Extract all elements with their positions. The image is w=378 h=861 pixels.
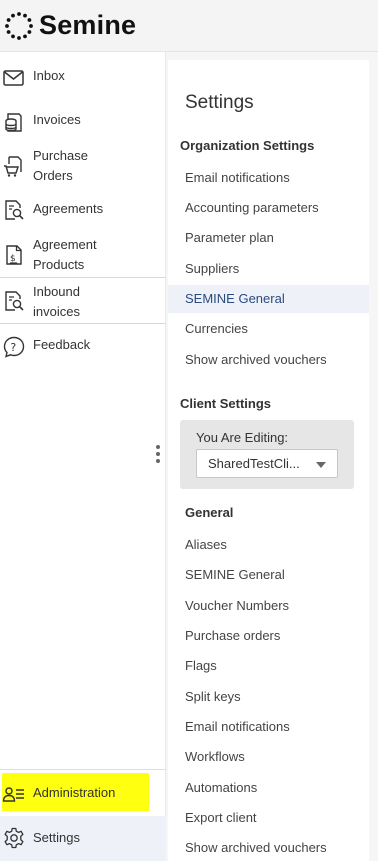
svg-text:?: ? bbox=[10, 341, 16, 354]
gear-icon bbox=[4, 827, 24, 849]
client-link-flags[interactable]: Flags bbox=[185, 657, 217, 675]
editing-label: You Are Editing: bbox=[196, 430, 289, 445]
sidebar-item-purchase-orders[interactable]: Purchase Orders bbox=[0, 146, 166, 188]
org-link-show-archived-vouchers[interactable]: Show archived vouchers bbox=[185, 351, 327, 369]
general-heading: General bbox=[185, 505, 234, 520]
sidebar-item-label: invoices bbox=[33, 304, 80, 319]
more-options-icon[interactable] bbox=[155, 445, 161, 467]
brand-name: Semine bbox=[39, 10, 137, 40]
client-link-aliases[interactable]: Aliases bbox=[185, 536, 227, 554]
chevron-down-icon bbox=[316, 462, 326, 468]
client-link-workflows[interactable]: Workflows bbox=[185, 748, 245, 766]
sidebar: Inbox Invoices Purchase Orders Agreement bbox=[0, 52, 166, 861]
sidebar-item-inbox[interactable]: Inbox bbox=[0, 64, 166, 96]
sidebar-item-label: Inbound bbox=[33, 284, 80, 299]
client-link-voucher-numbers[interactable]: Voucher Numbers bbox=[185, 597, 289, 615]
envelope-icon bbox=[3, 70, 24, 86]
client-settings-heading: Client Settings bbox=[180, 396, 272, 411]
sidebar-item-settings[interactable]: Settings bbox=[0, 825, 166, 853]
client-link-export-client[interactable]: Export client bbox=[185, 809, 257, 827]
sidebar-item-agreements[interactable]: Agreements bbox=[0, 198, 166, 230]
document-search-icon bbox=[5, 200, 24, 220]
client-link-email-notifications[interactable]: Email notifications bbox=[185, 718, 290, 736]
sidebar-item-label: Purchase bbox=[33, 148, 88, 163]
organization-settings-heading: Organization Settings bbox=[180, 138, 315, 153]
client-link-purchase-orders[interactable]: Purchase orders bbox=[185, 627, 280, 645]
sidebar-item-label: Orders bbox=[33, 168, 73, 183]
client-link-semine-general[interactable]: SEMINE General bbox=[185, 566, 285, 584]
client-link-split-keys[interactable]: Split keys bbox=[185, 688, 241, 706]
page-title: Settings bbox=[185, 92, 254, 113]
sidebar-item-invoices[interactable]: Invoices bbox=[0, 108, 166, 140]
org-link-parameter-plan[interactable]: Parameter plan bbox=[185, 229, 274, 247]
user-list-icon bbox=[2, 787, 24, 802]
client-link-automations[interactable]: Automations bbox=[185, 779, 257, 797]
sidebar-item-label: Agreements bbox=[33, 201, 104, 216]
client-link-show-archived-vouchers[interactable]: Show archived vouchers bbox=[185, 839, 327, 857]
sidebar-item-administration[interactable]: Administration bbox=[0, 780, 166, 808]
sidebar-item-label: Feedback bbox=[33, 337, 91, 352]
org-link-suppliers[interactable]: Suppliers bbox=[185, 260, 239, 278]
stack-icon bbox=[5, 113, 22, 132]
dollar-document-icon: $ bbox=[6, 245, 22, 265]
sidebar-item-label: Products bbox=[33, 257, 85, 272]
client-select[interactable]: SharedTestCli... bbox=[196, 449, 338, 478]
sidebar-item-label: Settings bbox=[33, 830, 80, 845]
sidebar-item-label: Invoices bbox=[33, 112, 81, 127]
divider bbox=[0, 277, 166, 278]
sidebar-item-label: Agreement bbox=[33, 237, 97, 252]
org-link-email-notifications[interactable]: Email notifications bbox=[185, 169, 290, 187]
top-bar: Semine bbox=[0, 0, 378, 52]
org-link-accounting-parameters[interactable]: Accounting parameters bbox=[185, 199, 319, 217]
divider bbox=[0, 323, 166, 324]
sidebar-item-inbound-invoices[interactable]: Inbound invoices bbox=[0, 281, 166, 323]
divider bbox=[0, 769, 166, 770]
logo-icon bbox=[5, 11, 33, 40]
sidebar-item-label: Inbox bbox=[33, 68, 65, 83]
org-link-currencies[interactable]: Currencies bbox=[185, 320, 248, 338]
cart-document-icon bbox=[4, 156, 22, 177]
document-search-icon bbox=[5, 291, 24, 311]
sidebar-item-label: Administration bbox=[33, 785, 116, 800]
question-bubble-icon: ? bbox=[3, 336, 25, 358]
org-link-semine-general[interactable]: SEMINE General bbox=[185, 290, 285, 308]
client-select-value: SharedTestCli... bbox=[208, 456, 300, 471]
sidebar-item-feedback[interactable]: ? Feedback bbox=[0, 334, 166, 366]
sidebar-item-agreement-products[interactable]: $ Agreement Products bbox=[0, 235, 166, 277]
